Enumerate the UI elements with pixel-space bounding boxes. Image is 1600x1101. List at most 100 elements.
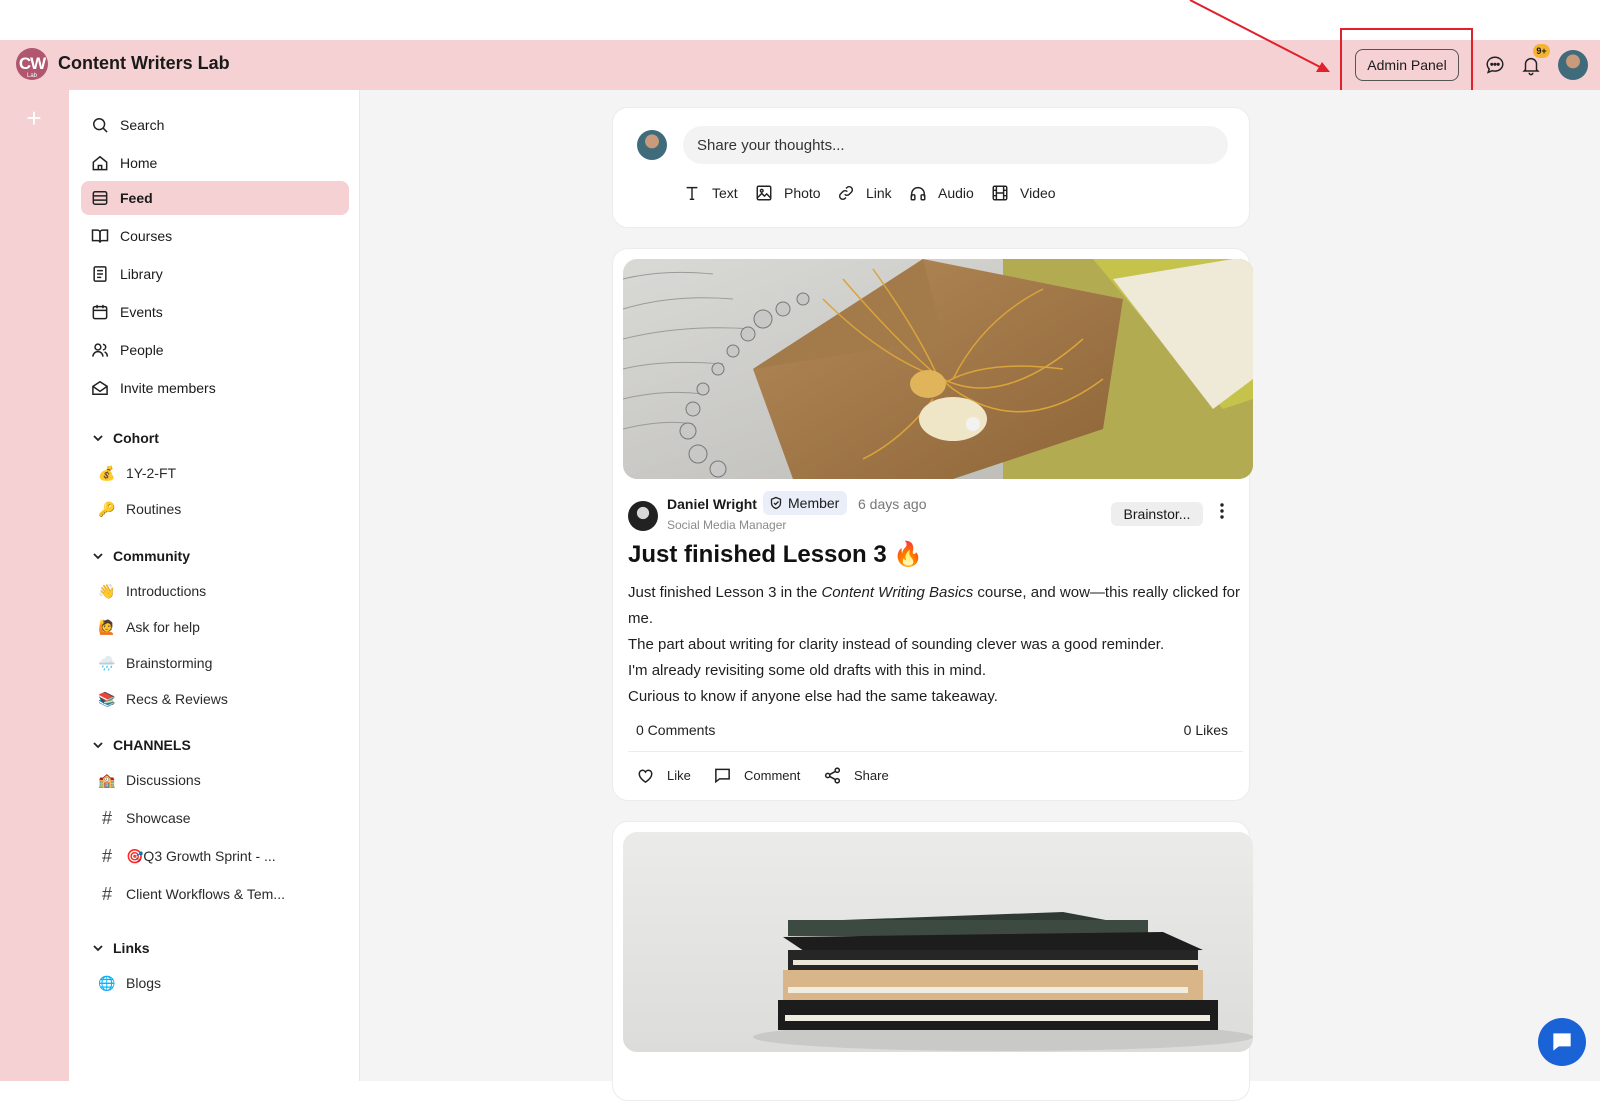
post-divider xyxy=(628,751,1243,752)
post-stats: 0 Comments 0 Likes xyxy=(636,722,1228,738)
image-icon xyxy=(756,185,772,201)
channel-q3-growth-sprint[interactable]: # 🎯Q3 Growth Sprint - ... xyxy=(97,844,276,868)
likes-count[interactable]: 0 Likes xyxy=(1184,722,1228,738)
space-routines[interactable]: 🔑 Routines xyxy=(97,497,181,521)
app-logo[interactable]: CW Lab xyxy=(16,48,48,80)
nav-label: Courses xyxy=(120,228,173,244)
nav-label: Search xyxy=(120,117,165,133)
space-label: Brainstorming xyxy=(126,655,213,671)
post-card: Daniel Wright Member 6 days ago Social M… xyxy=(612,248,1253,801)
top-strip xyxy=(0,0,1600,40)
nav-home[interactable]: Home xyxy=(81,146,349,180)
sidebar: Search Home Feed Courses Library Events … xyxy=(69,90,360,1081)
hash-icon: # xyxy=(101,807,112,828)
nav-label: People xyxy=(120,342,164,358)
film-icon xyxy=(992,185,1008,201)
channel-showcase[interactable]: # Showcase xyxy=(97,806,191,830)
nav-feed[interactable]: Feed xyxy=(81,181,349,215)
post-cover-image-2[interactable] xyxy=(623,832,1253,1052)
globe-icon: 🌐 xyxy=(98,974,116,991)
section-title: Community xyxy=(113,548,190,564)
space-recs-reviews[interactable]: 📚 Recs & Reviews xyxy=(97,687,228,711)
chevron-down-icon xyxy=(93,553,103,560)
nav-people[interactable]: People xyxy=(81,333,349,367)
share-thoughts-input[interactable] xyxy=(683,126,1228,164)
shield-icon xyxy=(770,496,782,510)
book-open-icon xyxy=(91,229,109,243)
member-badge: Member xyxy=(763,491,848,515)
course-name: Content Writing Basics xyxy=(821,584,974,601)
share-button[interactable]: Share xyxy=(823,763,889,787)
post-body-line: The part about writing for clarity inste… xyxy=(628,636,1165,653)
space-1y-2-ft[interactable]: 💰 1Y-2-FT xyxy=(97,461,176,485)
composer-video-button[interactable]: Video xyxy=(991,181,1056,205)
logo-text: CW xyxy=(18,54,46,73)
feed-main: Text Photo Link Audio Video xyxy=(360,90,1600,1101)
messages-icon[interactable] xyxy=(1484,54,1506,76)
section-cohort[interactable]: Cohort xyxy=(91,428,159,448)
people-icon xyxy=(92,343,109,357)
space-label: 1Y-2-FT xyxy=(126,465,177,481)
space-ask-for-help[interactable]: 🙋 Ask for help xyxy=(97,615,200,639)
chevron-down-icon xyxy=(93,742,103,749)
section-community[interactable]: Community xyxy=(91,546,190,566)
nav-invite-members[interactable]: Invite members xyxy=(81,371,349,405)
admin-panel-button[interactable]: Admin Panel xyxy=(1355,49,1459,81)
comments-count[interactable]: 0 Comments xyxy=(636,722,715,738)
link-label: Blogs xyxy=(126,975,162,991)
comment-button[interactable]: Comment xyxy=(713,763,800,787)
section-title: CHANNELS xyxy=(113,737,191,753)
nav-search[interactable]: Search xyxy=(81,108,349,142)
link-icon xyxy=(838,185,854,201)
school-icon: 🏫 xyxy=(98,771,116,788)
search-icon xyxy=(93,118,108,133)
action-label: Comment xyxy=(744,767,801,783)
channel-discussions[interactable]: 🏫 Discussions xyxy=(97,768,201,792)
section-channels[interactable]: CHANNELS xyxy=(91,735,191,755)
comment-icon xyxy=(715,768,730,783)
action-label: Like xyxy=(667,767,691,783)
tool-label: Link xyxy=(866,185,892,201)
community-name[interactable]: Content Writers Lab xyxy=(58,53,230,74)
tool-label: Video xyxy=(1020,185,1056,201)
like-button[interactable]: Like xyxy=(636,763,691,787)
add-space-icon[interactable]: + xyxy=(24,105,44,131)
space-brainstorming[interactable]: 🌧️ Brainstorming xyxy=(97,651,212,675)
section-title: Links xyxy=(113,940,150,956)
author-name[interactable]: Daniel Wright xyxy=(667,496,757,512)
chevron-down-icon xyxy=(93,435,103,442)
composer-avatar xyxy=(637,130,667,160)
nav-label: Invite members xyxy=(120,380,216,396)
space-label: Introductions xyxy=(126,583,207,599)
post-cover-image[interactable] xyxy=(623,259,1253,479)
post-body: Just finished Lesson 3 in the Content Wr… xyxy=(628,580,1248,710)
link-blogs[interactable]: 🌐 Blogs xyxy=(97,971,161,995)
composer-text-button[interactable]: Text xyxy=(683,181,738,205)
heart-icon xyxy=(638,769,653,783)
badge-label: Member xyxy=(788,495,840,511)
space-label: Routines xyxy=(126,501,182,517)
channel-label: Showcase xyxy=(126,810,191,826)
space-tag[interactable]: Brainstor... xyxy=(1111,502,1203,526)
channel-client-workflows[interactable]: # Client Workflows & Tem... xyxy=(97,882,285,906)
raising-hand-icon: 🙋 xyxy=(98,618,116,635)
more-options-icon[interactable] xyxy=(1216,501,1228,521)
chevron-down-icon xyxy=(93,945,103,952)
channel-label: Discussions xyxy=(126,772,201,788)
channel-label: 🎯Q3 Growth Sprint - ... xyxy=(126,847,276,864)
logo-subtext: Lab xyxy=(26,73,37,79)
nav-label: Home xyxy=(120,155,158,171)
section-links[interactable]: Links xyxy=(91,938,150,958)
author-role: Social Media Manager xyxy=(667,518,787,532)
user-avatar[interactable] xyxy=(1558,50,1588,80)
nav-library[interactable]: Library xyxy=(81,257,349,291)
nav-events[interactable]: Events xyxy=(81,295,349,329)
author-avatar[interactable] xyxy=(628,501,658,531)
space-introductions[interactable]: 👋 Introductions xyxy=(97,579,206,603)
nav-courses[interactable]: Courses xyxy=(81,219,349,253)
nav-label: Feed xyxy=(120,190,153,206)
composer-audio-button[interactable]: Audio xyxy=(909,181,974,205)
composer-photo-button[interactable]: Photo xyxy=(755,181,821,205)
support-chat-button[interactable] xyxy=(1538,1018,1586,1066)
composer-link-button[interactable]: Link xyxy=(837,181,892,205)
